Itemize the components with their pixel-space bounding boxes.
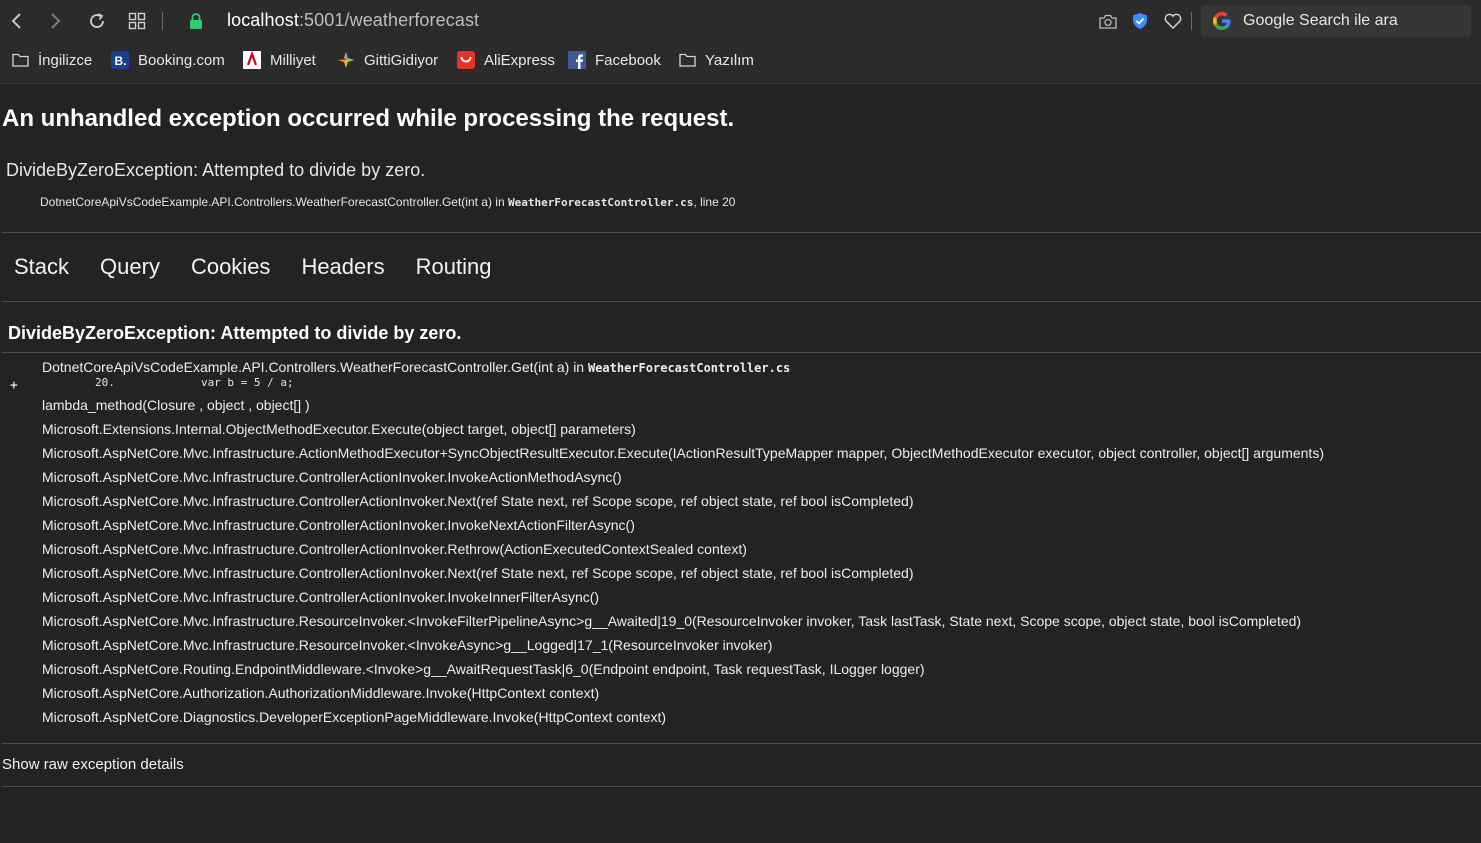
bookmark-aliexpress[interactable]: AliExpress [457,51,555,69]
exception-heading: DivideByZeroException: Attempted to divi… [8,323,462,343]
bookmark-label: AliExpress [484,51,555,69]
speed-dial-button[interactable] [124,8,150,34]
stack-frame: Microsoft.AspNetCore.Mvc.Infrastructure.… [42,589,600,605]
bookmark-ingilizce[interactable]: İngilizce [11,51,92,69]
bookmarks-bar: İngilizce B. Booking.com Milliyet GittiG… [0,42,1481,82]
reload-button[interactable] [84,8,110,34]
exception-message: DivideByZeroException: Attempted to divi… [6,160,426,180]
divider [2,232,1481,233]
bookmark-facebook[interactable]: Facebook [568,51,661,69]
stack-frame: Microsoft.AspNetCore.Routing.EndpointMid… [42,661,925,677]
location-line: , line 20 [693,195,736,209]
stack-frame: Microsoft.AspNetCore.Authorization.Autho… [42,685,600,701]
folder-icon [678,51,696,69]
folder-icon [11,51,29,69]
stack-frame: Microsoft.AspNetCore.Mvc.Infrastructure.… [42,565,914,581]
search-input[interactable]: Google Search ile ara [1201,5,1471,37]
stack-frame: Microsoft.AspNetCore.Diagnostics.Develop… [42,709,667,725]
divider [2,786,1481,787]
svg-text:B.: B. [115,54,127,68]
forward-button[interactable] [42,8,68,34]
toolbar-divider [1191,12,1192,30]
frame-file: WeatherForecastController.cs [587,361,791,375]
facebook-icon [568,51,586,69]
gittigidiyor-icon [337,51,355,69]
stack-frames: DotnetCoreApiVsCodeExample.API.Controlle… [42,359,1324,733]
google-icon [1213,12,1231,30]
tab-cookies[interactable]: Cookies [191,254,270,280]
address-bar[interactable]: localhost:5001/weatherforecast [227,10,479,31]
stack-frame: DotnetCoreApiVsCodeExample.API.Controlle… [42,359,1324,376]
bookmark-gittigidiyor[interactable]: GittiGidiyor [337,51,438,69]
browser-toolbar: localhost:5001/weatherforecast Google Se… [0,0,1481,42]
tab-list: Stack Query Cookies Headers Routing [14,254,522,280]
aliexpress-icon [457,51,475,69]
bookmark-label: İngilizce [38,51,93,69]
stack-frame: Microsoft.AspNetCore.Mvc.Infrastructure.… [42,493,914,509]
lock-icon [190,12,202,29]
bookmark-milliyet[interactable]: Milliyet [243,51,316,69]
browser-chrome: localhost:5001/weatherforecast Google Se… [0,0,1481,84]
expand-source-button[interactable]: + [10,378,18,393]
tab-stack[interactable]: Stack [14,254,69,280]
toolbar-divider [162,12,163,30]
url-host: localhost [227,10,299,30]
snapshot-button[interactable] [1095,8,1121,34]
chevron-right-icon [51,13,61,29]
adblock-button[interactable] [1127,8,1153,34]
stack-frame: Microsoft.AspNetCore.Mvc.Infrastructure.… [42,469,622,485]
bookmark-label: GittiGidiyor [364,51,439,69]
url-path: :5001/weatherforecast [298,10,480,30]
bookmark-label: Facebook [595,51,661,69]
lock-button[interactable] [183,8,209,34]
grid-icon [128,12,146,30]
search-placeholder: Google Search ile ara [1243,12,1398,29]
tab-routing[interactable]: Routing [416,254,492,280]
location-method: DotnetCoreApiVsCodeExample.API.Controlle… [40,195,508,209]
bookmark-booking[interactable]: B. Booking.com [111,51,225,69]
frame-method: DotnetCoreApiVsCodeExample.API.Controlle… [42,359,588,375]
back-button[interactable] [4,8,30,34]
show-raw-exception-link[interactable]: Show raw exception details [2,756,184,773]
stack-frame: Microsoft.AspNetCore.Mvc.Infrastructure.… [42,517,635,533]
milliyet-icon [243,51,261,69]
divider [2,352,1481,353]
stack-frame: Microsoft.AspNetCore.Mvc.Infrastructure.… [42,445,1324,461]
shield-check-icon [1133,13,1147,29]
heart-icon [1164,13,1182,29]
bookmark-yazilim[interactable]: Yazılım [678,51,754,69]
booking-icon: B. [111,51,129,69]
stack-frame: Microsoft.Extensions.Internal.ObjectMeth… [42,421,636,437]
stack-frame: lambda_method(Closure , object , object[… [42,397,310,413]
bookmark-label: Booking.com [138,51,225,69]
tab-query[interactable]: Query [100,254,160,280]
source-code-line: 20. var b = 5 / a; [42,376,294,389]
stack-frame: Microsoft.AspNetCore.Mvc.Infrastructure.… [42,541,747,557]
page-title: An unhandled exception occurred while pr… [2,105,735,132]
divider [2,301,1481,302]
bookmark-label: Yazılım [705,51,754,69]
chevron-left-icon [11,13,21,29]
stack-frame: Microsoft.AspNetCore.Mvc.Infrastructure.… [42,637,773,653]
bookmark-label: Milliyet [270,51,316,69]
tab-headers[interactable]: Headers [301,254,384,280]
camera-icon [1099,14,1117,29]
exception-location: DotnetCoreApiVsCodeExample.API.Controlle… [40,195,735,209]
location-file: WeatherForecastController.cs [507,196,694,209]
divider [2,743,1481,744]
stack-frame: Microsoft.AspNetCore.Mvc.Infrastructure.… [42,613,1302,629]
reload-icon [90,13,104,28]
bookmark-page-button[interactable] [1160,8,1186,34]
